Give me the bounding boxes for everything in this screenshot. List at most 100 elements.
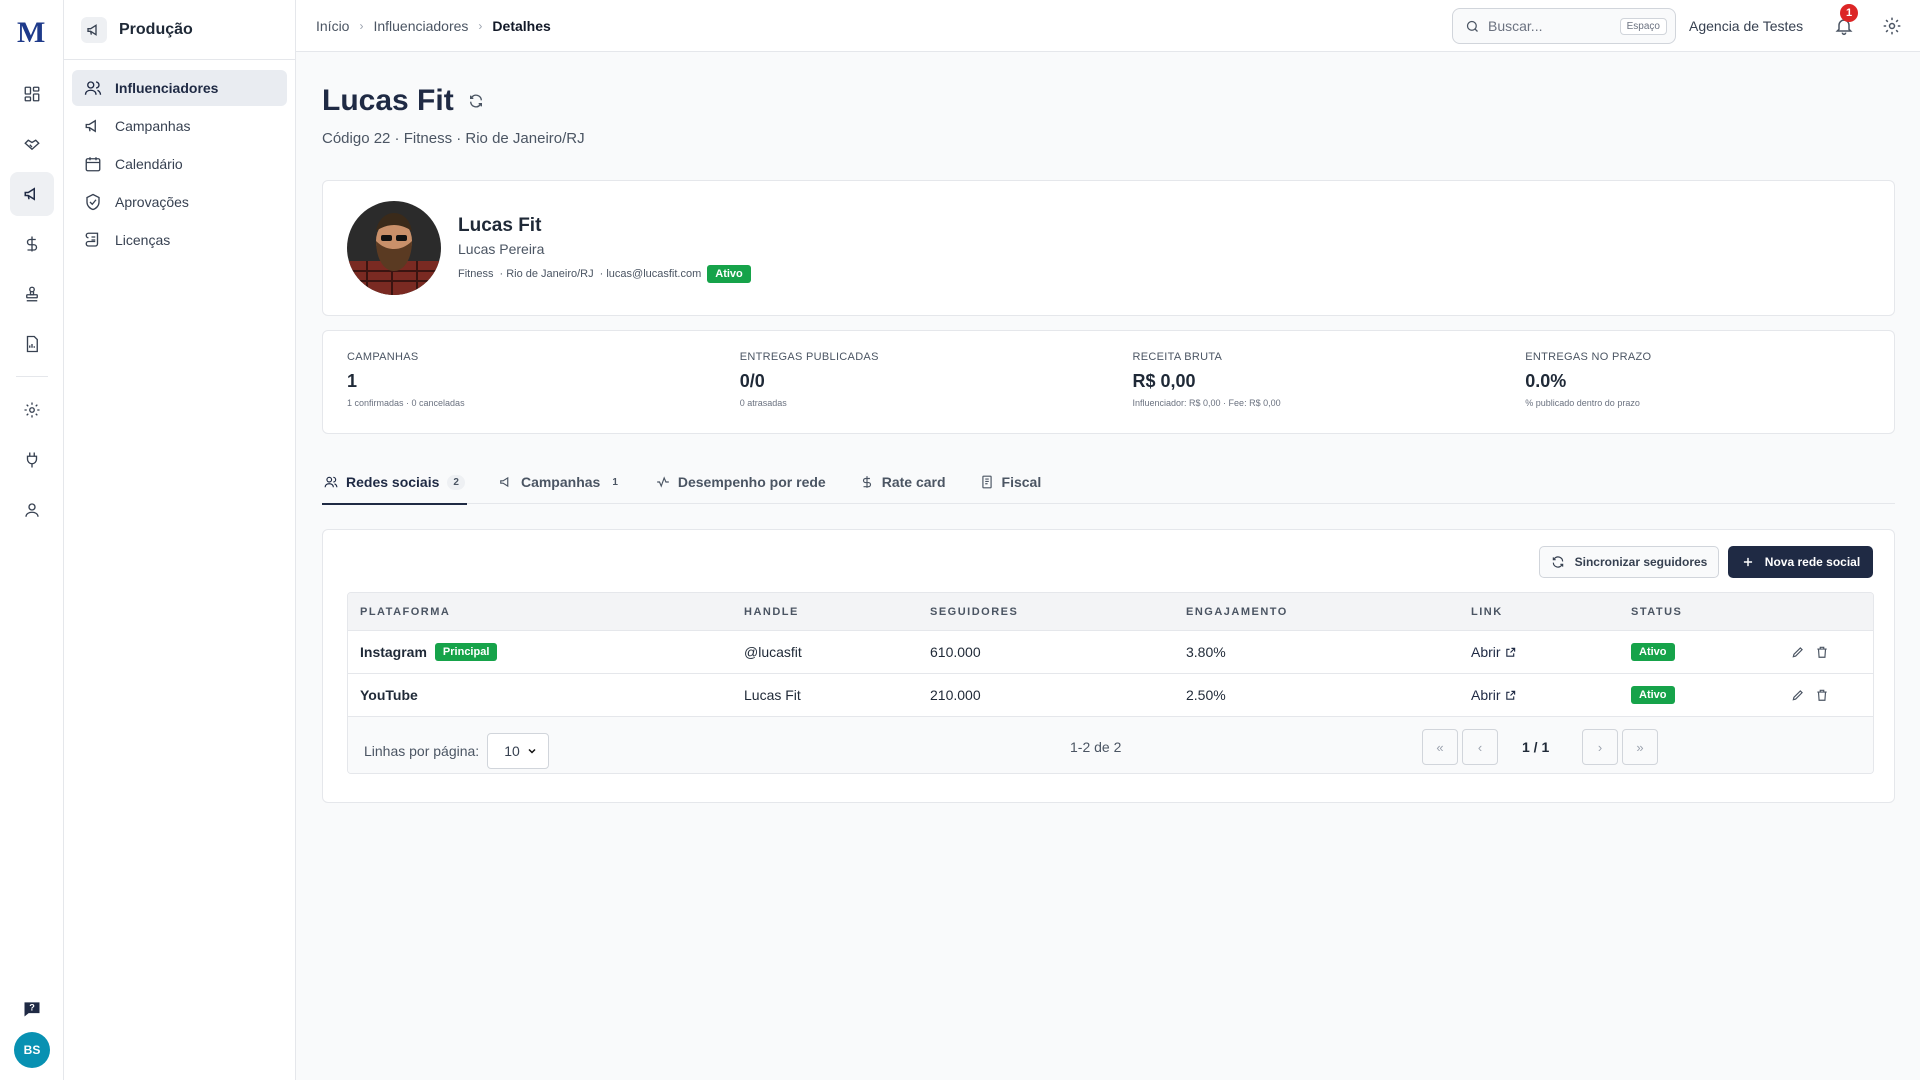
- subnav-item-campanhas[interactable]: Campanhas: [72, 108, 287, 144]
- dollar-icon: [862, 476, 871, 488]
- next-page-button[interactable]: ›: [1582, 729, 1618, 765]
- stat-value: 1: [347, 371, 358, 391]
- influencer-name: Lucas Fit: [458, 215, 542, 236]
- sub-navigation: Produção Influenciadores Campanhas Calen…: [64, 0, 296, 1080]
- refresh-icon[interactable]: [468, 93, 484, 109]
- receipt-icon: [981, 475, 992, 489]
- handshake-icon[interactable]: [10, 122, 54, 166]
- page-title: Lucas Fit: [322, 84, 454, 117]
- subnav-item-label: Campanhas: [115, 118, 191, 134]
- megaphone-icon[interactable]: [10, 172, 54, 216]
- column-header[interactable]: STATUS: [1631, 606, 1682, 618]
- stat-campanhas: CAMPANHAS 1 1 confirmadas · 0 canceladas: [323, 331, 716, 433]
- table-row[interactable]: YouTube Lucas Fit 210.000 2.50% Abrir At…: [348, 674, 1873, 717]
- status-badge: Ativo: [1631, 643, 1675, 661]
- platform-name: YouTube: [360, 687, 418, 703]
- previous-page-button[interactable]: ‹: [1462, 729, 1498, 765]
- trash-icon[interactable]: [1815, 645, 1829, 659]
- gear-icon[interactable]: [1882, 16, 1902, 36]
- app-logo[interactable]: M: [17, 16, 45, 50]
- user-icon[interactable]: [10, 488, 54, 532]
- chevron-right-icon: ›: [478, 19, 483, 33]
- table-footer: Linhas por página: 10 1-2 de 2 « ‹ 1 / 1…: [348, 717, 1873, 773]
- subnav-item-aprovacoes[interactable]: Aprovações: [72, 184, 287, 220]
- notification-badge: 1: [1840, 4, 1858, 22]
- stat-subtext: Influenciador: R$ 0,00 · Fee: R$ 0,00: [1132, 398, 1281, 408]
- tab-count: 1: [612, 476, 618, 488]
- breadcrumb-inicio[interactable]: Início: [316, 18, 349, 34]
- last-page-button[interactable]: »: [1622, 729, 1658, 765]
- stat-value: R$ 0,00: [1132, 371, 1196, 391]
- report-icon[interactable]: [10, 322, 54, 366]
- open-link[interactable]: Abrir: [1471, 644, 1516, 660]
- subnav-item-label: Calendário: [115, 156, 183, 172]
- dollar-icon[interactable]: [10, 222, 54, 266]
- scroll-icon: [85, 232, 99, 247]
- user-avatar[interactable]: BS: [14, 1032, 50, 1068]
- breadcrumb-detalhes: Detalhes: [492, 18, 551, 34]
- tab-count: 2: [447, 474, 465, 490]
- search-input[interactable]: Buscar... Espaço: [1452, 8, 1676, 44]
- column-header[interactable]: SEGUIDORES: [930, 606, 1018, 618]
- subnav-item-licencas[interactable]: Licenças: [72, 222, 287, 258]
- settings-icon[interactable]: [10, 388, 54, 432]
- subnav-item-calendario[interactable]: Calendário: [72, 146, 287, 182]
- stat-label: ENTREGAS PUBLICADAS: [739, 351, 879, 363]
- column-header[interactable]: PLATAFORMA: [360, 606, 450, 618]
- stamp-icon[interactable]: [10, 272, 54, 316]
- subnav-item-influenciadores[interactable]: Influenciadores: [72, 70, 287, 106]
- sync-followers-button[interactable]: Sincronizar seguidores: [1539, 546, 1719, 578]
- open-link-label: Abrir: [1471, 644, 1501, 660]
- tab-desempenho[interactable]: Desempenho por rede: [654, 460, 828, 504]
- plug-icon[interactable]: [10, 438, 54, 482]
- edit-icon[interactable]: [1791, 688, 1805, 702]
- stat-entregas-no-prazo: ENTREGAS NO PRAZO 0.0% % publicado dentr…: [1501, 331, 1894, 433]
- dashboard-icon[interactable]: [10, 72, 54, 116]
- tab-rate-card[interactable]: Rate card: [858, 460, 948, 504]
- stat-value: 0/0: [739, 371, 765, 391]
- search-shortcut: Espaço: [1619, 17, 1667, 35]
- pagination-range: 1-2 de 2: [1070, 739, 1122, 755]
- influencer-category: Fitness: [458, 268, 494, 280]
- stat-subtext: % publicado dentro do prazo: [1525, 398, 1640, 408]
- trash-icon[interactable]: [1815, 688, 1829, 702]
- tab-fiscal[interactable]: Fiscal: [978, 460, 1044, 504]
- agency-name[interactable]: Agencia de Testes: [1689, 0, 1803, 52]
- engagement-cell: 3.80%: [1186, 644, 1226, 660]
- row-actions: [1791, 688, 1829, 702]
- page-subtitle: Código 22 · Fitness · Rio de Janeiro/RJ: [322, 130, 585, 147]
- help-icon[interactable]: ?: [10, 987, 54, 1031]
- subnav-item-label: Licenças: [115, 232, 171, 248]
- subnav-item-label: Aprovações: [115, 194, 189, 210]
- sync-followers-label: Sincronizar seguidores: [1574, 555, 1708, 569]
- handle-cell: @lucasfit: [744, 644, 802, 660]
- tab-campanhas[interactable]: Campanhas 1: [497, 460, 624, 504]
- breadcrumb-influenciadores[interactable]: Influenciadores: [373, 18, 468, 34]
- search-icon: [1466, 20, 1478, 32]
- external-link-icon: [1505, 647, 1515, 657]
- social-networks-card: Sincronizar seguidores Nova rede social …: [322, 529, 1895, 803]
- stat-receita-bruta: RECEITA BRUTA R$ 0,00 Influenciador: R$ …: [1109, 331, 1502, 433]
- edit-icon[interactable]: [1791, 645, 1805, 659]
- new-social-network-button[interactable]: Nova rede social: [1728, 546, 1873, 578]
- top-bar: Início › Influenciadores › Detalhes Busc…: [296, 0, 1920, 52]
- tab-redes-sociais[interactable]: Redes sociais 2: [322, 460, 467, 505]
- column-header[interactable]: HANDLE: [744, 606, 799, 618]
- external-link-icon: [1505, 690, 1515, 700]
- stat-subtext: 1 confirmadas · 0 canceladas: [347, 398, 465, 408]
- engagement-cell: 2.50%: [1186, 687, 1226, 703]
- page-indicator: 1 / 1: [1522, 739, 1550, 755]
- svg-text:?: ?: [29, 1003, 35, 1013]
- rows-per-page-select[interactable]: 10: [487, 733, 550, 769]
- megaphone-icon: [85, 119, 96, 133]
- open-link[interactable]: Abrir: [1471, 687, 1516, 703]
- first-page-button[interactable]: «: [1422, 729, 1458, 765]
- table-row[interactable]: Instagram Principal @lucasfit 610.000 3.…: [348, 631, 1873, 674]
- rail-divider: [16, 376, 48, 377]
- open-link-label: Abrir: [1471, 687, 1501, 703]
- influencer-location: · Rio de Janeiro/RJ: [499, 268, 594, 280]
- column-header[interactable]: LINK: [1471, 606, 1503, 618]
- stat-label: RECEITA BRUTA: [1132, 351, 1223, 363]
- column-header[interactable]: ENGAJAMENTO: [1186, 606, 1288, 618]
- status-badge: Ativo: [1631, 686, 1675, 704]
